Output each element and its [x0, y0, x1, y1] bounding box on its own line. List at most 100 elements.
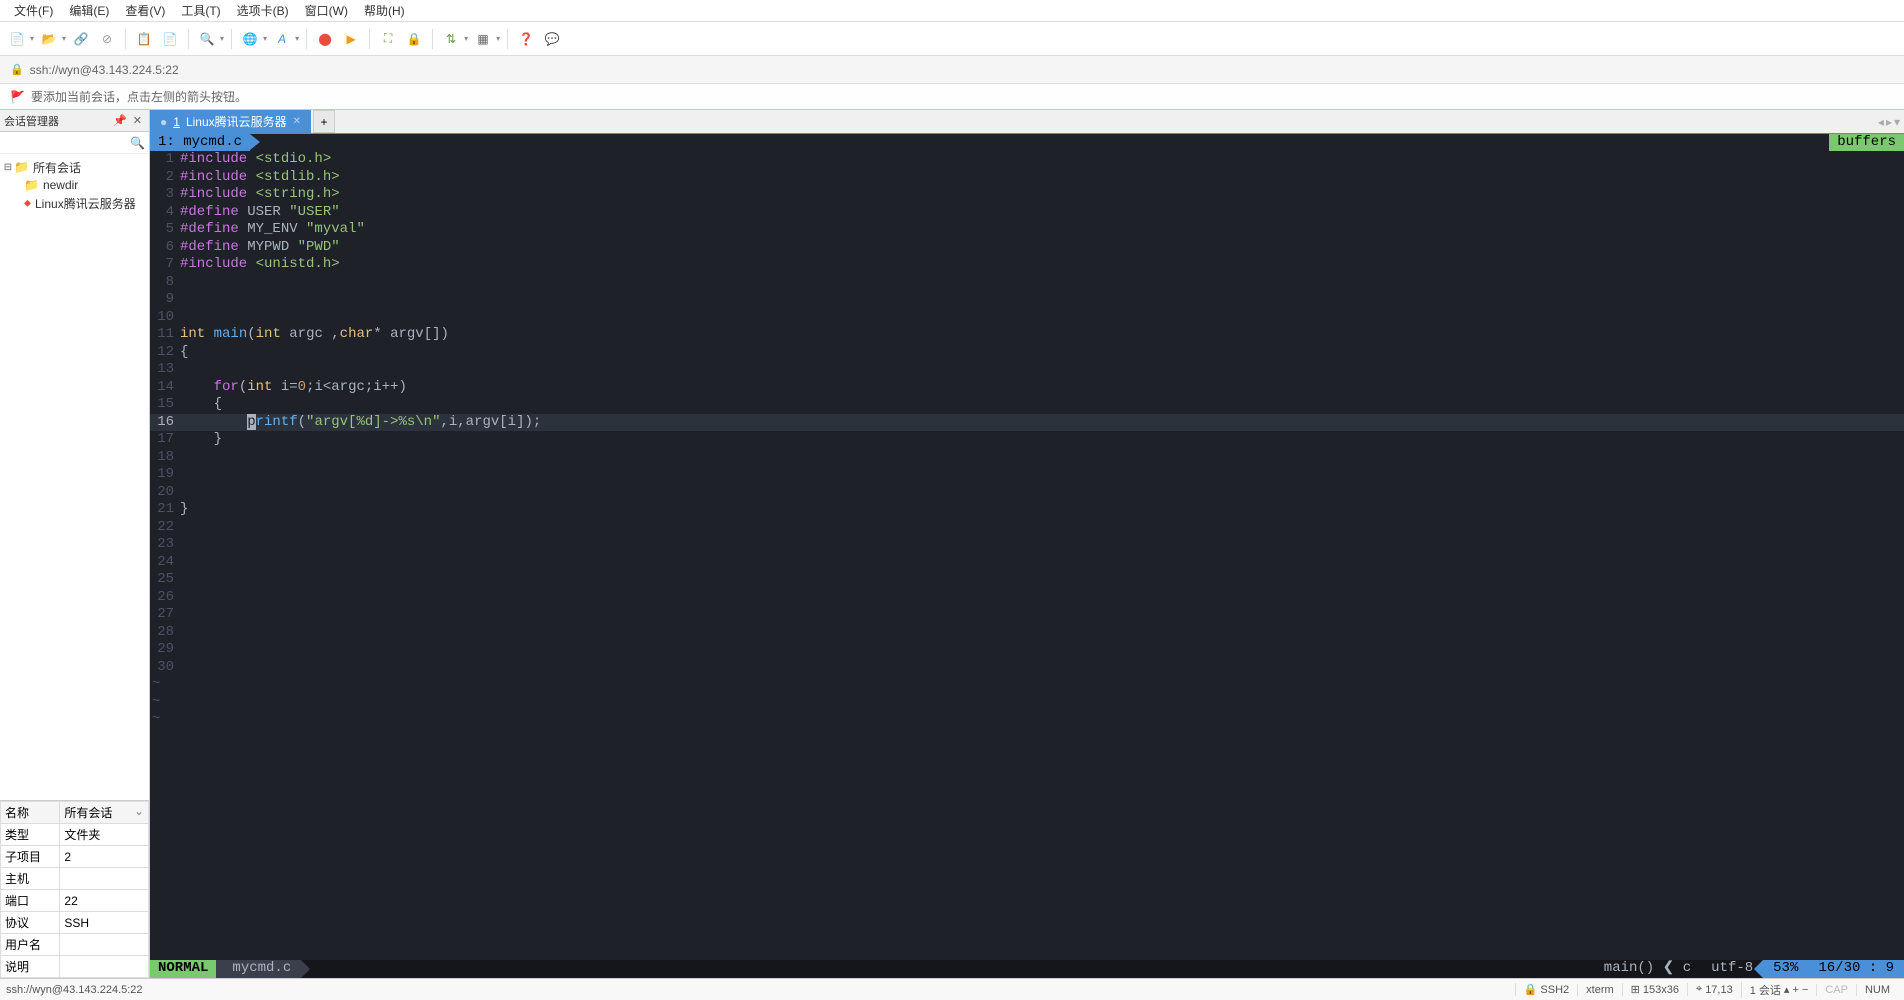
menu-bar: 文件(F) 编辑(E) 查看(V) 工具(T) 选项卡(B) 窗口(W) 帮助(… [0, 0, 1904, 22]
close-icon[interactable]: ✕ [130, 114, 145, 127]
sidebar-search-row: 🔍 [0, 132, 149, 154]
table-row[interactable]: 协议SSH [1, 912, 149, 934]
reconnect-icon[interactable]: 🔗 [70, 28, 92, 50]
folder-icon: 📁 [14, 160, 29, 174]
table-row[interactable]: 说明 [1, 956, 149, 978]
session-tree[interactable]: ⊟ 📁 所有会话 📁 newdir ⬥ Linux腾讯云服务器 [0, 154, 149, 800]
tab-next-icon[interactable]: ▸ [1886, 115, 1892, 129]
props-header-name[interactable]: 名称 [1, 802, 60, 824]
separator [306, 29, 307, 49]
find-icon[interactable]: 🔍 [196, 28, 218, 50]
separator [507, 29, 508, 49]
props-header-value[interactable]: 所有会话 ⌄ [60, 802, 149, 824]
folder-icon: 📁 [24, 178, 39, 192]
help-icon[interactable]: ❓ [515, 28, 537, 50]
flag-icon: 🚩 [10, 90, 25, 104]
tree-item-newdir[interactable]: 📁 newdir [2, 176, 147, 194]
plus-icon[interactable]: + [1792, 984, 1798, 996]
fullscreen-icon[interactable]: ⛶ [377, 28, 399, 50]
tab-label: Linux腾讯云服务器 [186, 113, 287, 130]
sidebar-title: 会话管理器 [4, 113, 59, 129]
separator [369, 29, 370, 49]
terminal[interactable]: 1: mycmd.c buffers 123456789101112131415… [150, 134, 1904, 978]
status-sessions[interactable]: 1 会话 ▴ + − [1741, 982, 1817, 998]
search-icon[interactable]: 🔍 [130, 136, 145, 150]
menu-file[interactable]: 文件(F) [6, 0, 61, 21]
table-row[interactable]: 主机 [1, 868, 149, 890]
tab-index: 1 [173, 115, 180, 129]
menu-tabs[interactable]: 选项卡(B) [229, 0, 297, 21]
open-icon[interactable]: 📂 [38, 28, 60, 50]
status-num: NUM [1856, 984, 1898, 996]
new-session-icon[interactable]: 📄 [6, 28, 28, 50]
hint-bar: 🚩 要添加当前会话，点击左侧的箭头按钮。 [0, 84, 1904, 110]
ruler-icon: ⊞ [1631, 983, 1640, 996]
status-bar: ssh://wyn@43.143.224.5:22 🔒SSH2 xterm ⊞ … [0, 978, 1904, 1000]
menu-view[interactable]: 查看(V) [117, 0, 173, 21]
tree-item-label: Linux腾讯云服务器 [35, 195, 136, 212]
chat-icon[interactable]: 💬 [541, 28, 563, 50]
tab-menu-icon[interactable]: ▾ [1894, 115, 1900, 129]
separator [188, 29, 189, 49]
tilde-area: ~~~ [150, 676, 1904, 729]
address-text: ssh://wyn@43.143.224.5:22 [30, 63, 179, 77]
tab-prev-icon[interactable]: ◂ [1878, 115, 1884, 129]
globe-icon[interactable]: 🌐 [239, 28, 261, 50]
vim-filename: mycmd.c [216, 960, 301, 978]
terminal-icon[interactable]: ▦ [472, 28, 494, 50]
script-icon[interactable]: ▶ [340, 28, 362, 50]
tab-nav: ◂ ▸ ▾ [1878, 110, 1904, 133]
hint-text: 要添加当前会话，点击左侧的箭头按钮。 [31, 88, 247, 105]
toolbar: 📄▾ 📂▾ 🔗 ⊘ 📋 📄 🔍▾ 🌐▾ A▾ ⬤ ▶ ⛶ 🔒 ⇅▾ ▦▾ ❓ 💬 [0, 22, 1904, 56]
menu-tools[interactable]: 工具(T) [173, 0, 228, 21]
session-icon: ⬥ [24, 198, 31, 209]
status-term: xterm [1577, 984, 1622, 996]
menu-help[interactable]: 帮助(H) [356, 0, 413, 21]
copy-icon[interactable]: 📋 [133, 28, 155, 50]
table-row[interactable]: 端口22 [1, 890, 149, 912]
code-content[interactable]: #include <stdio.h>#include <stdlib.h>#in… [180, 151, 1904, 676]
transfer-icon[interactable]: ⇅ [440, 28, 462, 50]
cursor-icon: ⌖ [1696, 983, 1702, 996]
collapse-icon[interactable]: ⊟ [2, 162, 14, 173]
font-icon[interactable]: A [271, 28, 293, 50]
lock-icon: 🔒 [1524, 983, 1538, 996]
vim-function: main() ❮ c [1594, 960, 1701, 978]
status-address: ssh://wyn@43.143.224.5:22 [6, 984, 1515, 996]
table-row[interactable]: 用户名 [1, 934, 149, 956]
table-row[interactable]: 子项目2 [1, 846, 149, 868]
buffer-tab[interactable]: 1: mycmd.c [150, 134, 250, 151]
table-row[interactable]: 类型文件夹 [1, 824, 149, 846]
editor-area: ● 1 Linux腾讯云服务器 ✕ + ◂ ▸ ▾ 1: mycmd.c buf… [150, 110, 1904, 978]
separator [432, 29, 433, 49]
tree-root-label: 所有会话 [33, 159, 81, 176]
tree-item-label: newdir [43, 178, 78, 192]
vim-position: 16/30 : 9 [1808, 960, 1904, 978]
lock-icon[interactable]: 🔒 [403, 28, 425, 50]
menu-edit[interactable]: 编辑(E) [61, 0, 117, 21]
tree-root[interactable]: ⊟ 📁 所有会话 [2, 158, 147, 176]
tab-close-icon[interactable]: ✕ [293, 116, 301, 127]
status-cap: CAP [1816, 984, 1856, 996]
code-area: 1234567891011121314151617181920212223242… [150, 151, 1904, 676]
pin-icon[interactable]: 📌 [110, 114, 130, 127]
address-bar[interactable]: 🔒 ssh://wyn@43.143.224.5:22 [0, 56, 1904, 84]
tab-bar: ● 1 Linux腾讯云服务器 ✕ + ◂ ▸ ▾ [150, 110, 1904, 134]
session-manager-panel: 会话管理器 📌 ✕ 🔍 ⊟ 📁 所有会话 📁 newdir ⬥ Linux腾讯云… [0, 110, 150, 978]
record-icon[interactable]: ⬤ [314, 28, 336, 50]
vim-statusline: NORMAL mycmd.c main() ❮ c utf-8 53% 16/3… [150, 960, 1904, 978]
buffer-header: 1: mycmd.c buffers [150, 134, 1904, 151]
status-ssh: 🔒SSH2 [1515, 983, 1577, 996]
status-size: ⊞ 153x36 [1622, 983, 1687, 996]
separator [125, 29, 126, 49]
menu-window[interactable]: 窗口(W) [297, 0, 356, 21]
properties-grid: 名称 所有会话 ⌄ 类型文件夹子项目2主机端口22协议SSH用户名说明 [0, 800, 149, 978]
paste-icon[interactable]: 📄 [159, 28, 181, 50]
tree-item-linux-server[interactable]: ⬥ Linux腾讯云服务器 [2, 194, 147, 212]
chevron-up-icon: ▴ [1784, 983, 1790, 996]
main-area: 会话管理器 📌 ✕ 🔍 ⊟ 📁 所有会话 📁 newdir ⬥ Linux腾讯云… [0, 110, 1904, 978]
tab-add-button[interactable]: + [313, 110, 335, 133]
disconnect-icon[interactable]: ⊘ [96, 28, 118, 50]
tab-linux-server[interactable]: ● 1 Linux腾讯云服务器 ✕ [150, 110, 311, 133]
minus-icon[interactable]: − [1802, 984, 1808, 996]
